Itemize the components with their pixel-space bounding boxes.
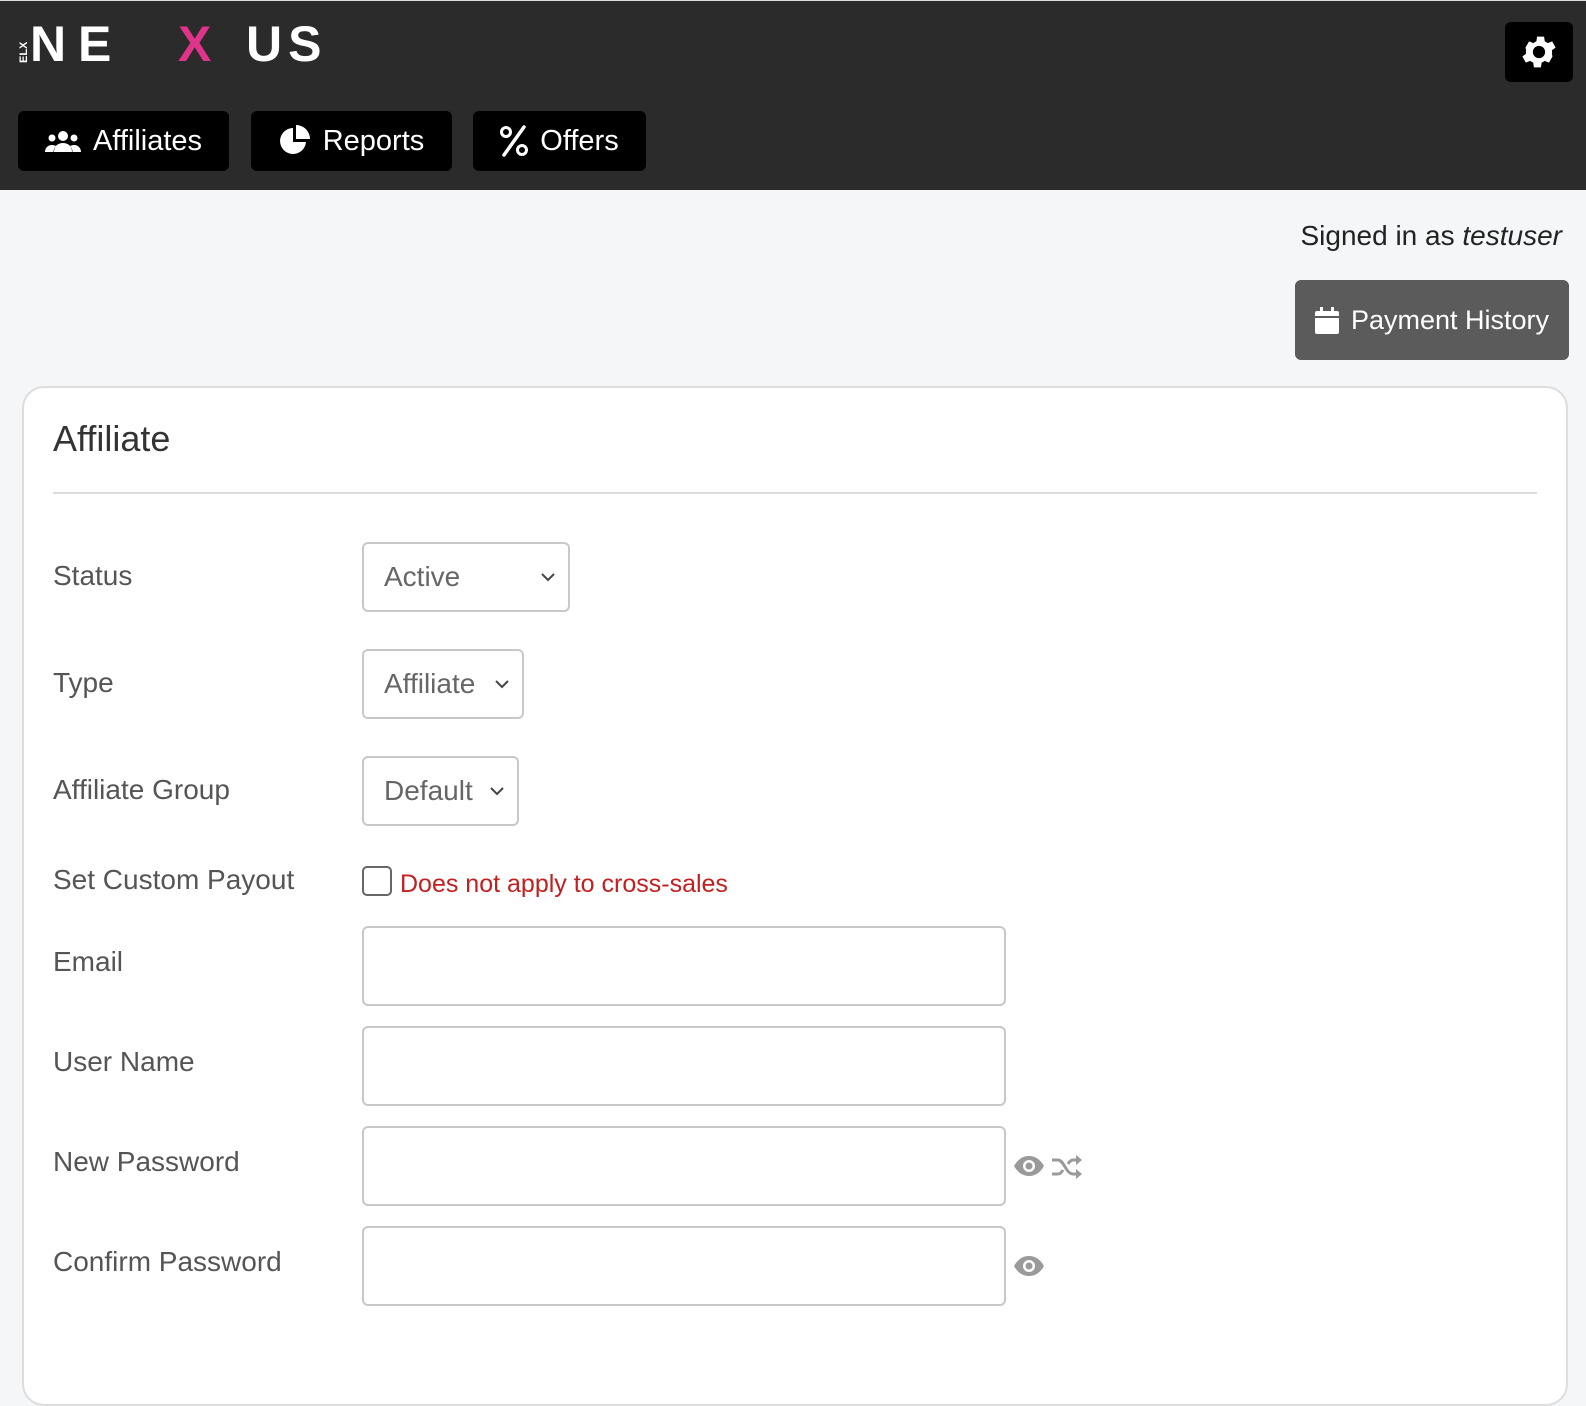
cross-sales-note: Does not apply to cross-sales bbox=[400, 870, 728, 898]
gear-icon bbox=[1522, 36, 1556, 68]
email-label: Email bbox=[53, 946, 124, 977]
svg-text:US: US bbox=[246, 19, 327, 67]
top-navbar: ELX N E X US Affiliates Reports Offers bbox=[0, 0, 1586, 190]
confirm-password-label: Confirm Password bbox=[53, 1246, 282, 1277]
eye-icon[interactable] bbox=[1013, 1255, 1045, 1277]
type-select[interactable]: Affiliate bbox=[362, 649, 524, 719]
users-icon bbox=[44, 131, 81, 152]
affiliate-group-value: Default bbox=[384, 775, 473, 806]
nav-reports-button[interactable]: Reports bbox=[251, 111, 452, 171]
affiliate-group-select[interactable]: Default bbox=[362, 756, 519, 826]
settings-button[interactable] bbox=[1505, 22, 1573, 82]
eye-icon[interactable] bbox=[1013, 1155, 1045, 1177]
percent-icon bbox=[500, 125, 529, 157]
signed-in-username: testuser bbox=[1462, 220, 1562, 251]
nav-label-reports: Reports bbox=[322, 124, 425, 157]
signed-in-status: Signed in as testuser bbox=[1301, 220, 1563, 252]
username-field[interactable] bbox=[362, 1026, 1006, 1106]
email-field[interactable] bbox=[362, 926, 1006, 1006]
nav-label-affiliates: Affiliates bbox=[92, 124, 203, 157]
chevron-down-icon bbox=[541, 573, 555, 582]
pie-chart-icon bbox=[279, 125, 310, 154]
chevron-down-icon bbox=[495, 680, 509, 689]
svg-text:N: N bbox=[30, 19, 70, 67]
nav-label-offers: Offers bbox=[540, 124, 619, 157]
svg-text:ELX: ELX bbox=[18, 41, 30, 63]
status-select[interactable]: Active bbox=[362, 542, 570, 612]
svg-text:E: E bbox=[78, 19, 115, 67]
card-divider bbox=[53, 492, 1537, 494]
new-password-label: New Password bbox=[53, 1146, 240, 1177]
nexus-logo[interactable]: ELX N E X US bbox=[18, 19, 388, 67]
custom-payout-checkbox[interactable] bbox=[362, 866, 392, 896]
type-label: Type bbox=[53, 667, 114, 698]
svg-text:X: X bbox=[178, 19, 211, 67]
username-label: User Name bbox=[53, 1046, 195, 1077]
calendar-icon bbox=[1314, 306, 1339, 334]
confirm-password-field[interactable] bbox=[362, 1226, 1006, 1306]
signed-in-prefix: Signed in as bbox=[1300, 220, 1455, 251]
card-title: Affiliate bbox=[53, 418, 171, 459]
new-password-field[interactable] bbox=[362, 1126, 1006, 1206]
status-value: Active bbox=[384, 561, 461, 592]
nav-offers-button[interactable]: Offers bbox=[473, 111, 646, 171]
payment-history-button[interactable]: Payment History bbox=[1295, 280, 1569, 360]
nav-affiliates-button[interactable]: Affiliates bbox=[18, 111, 229, 171]
payment-history-label: Payment History bbox=[1350, 304, 1550, 335]
shuffle-icon[interactable] bbox=[1051, 1155, 1083, 1179]
status-label: Status bbox=[53, 560, 133, 591]
type-value: Affiliate bbox=[384, 668, 476, 699]
custom-payout-label: Set Custom Payout bbox=[53, 864, 295, 895]
affiliate-group-label: Affiliate Group bbox=[53, 774, 230, 805]
chevron-down-icon bbox=[490, 787, 504, 796]
